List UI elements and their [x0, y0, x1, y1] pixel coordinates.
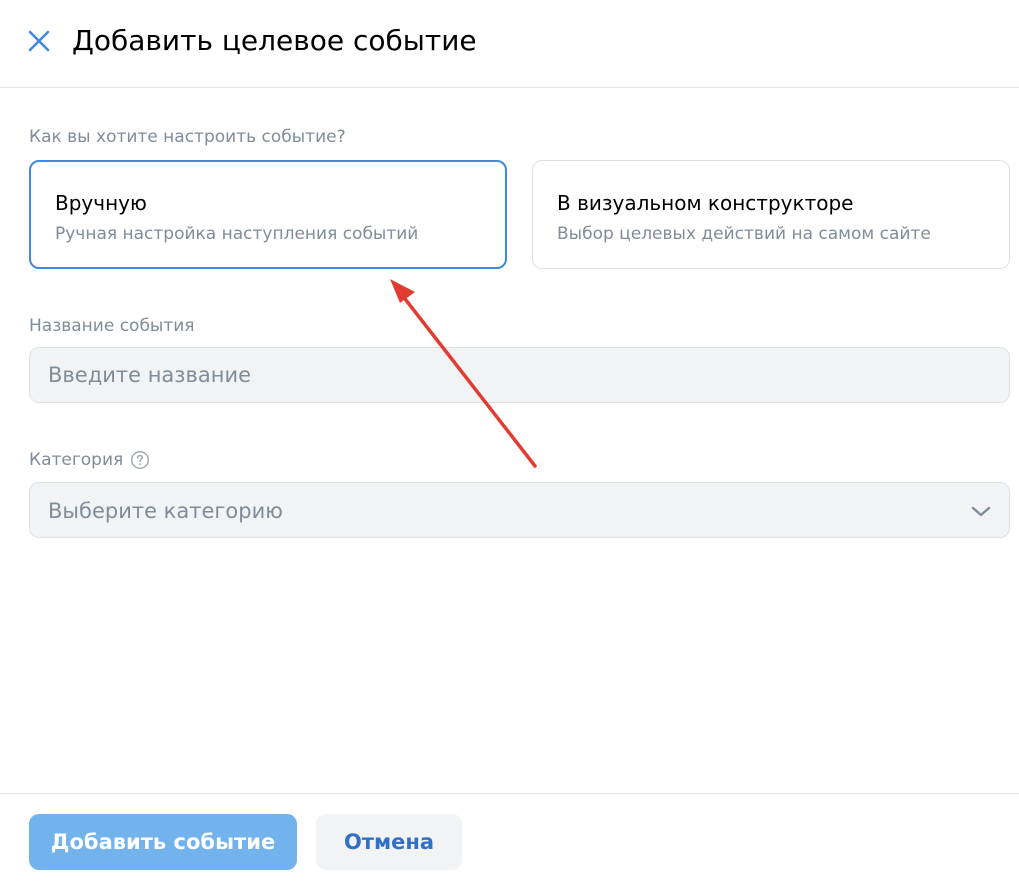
event-name-field-box [29, 347, 1010, 403]
setup-question: Как вы хотите настроить событие? [29, 127, 346, 147]
dialog-footer: Добавить событие Отмена [0, 793, 1019, 882]
category-label: Категория [29, 450, 124, 470]
option-manual-card[interactable]: Вручную Ручная настройка наступления соб… [29, 160, 507, 269]
event-name-label: Название события [29, 316, 195, 336]
chevron-down-icon [971, 506, 991, 517]
category-select[interactable]: Выберите категорию [29, 482, 1010, 538]
dialog-title: Добавить целевое событие [72, 24, 477, 57]
cancel-button[interactable]: Отмена [316, 814, 462, 870]
close-button[interactable] [22, 24, 56, 58]
option-manual-description: Ручная настройка наступления событий [55, 224, 419, 244]
option-visual-builder-card[interactable]: В визуальном конструкторе Выбор целевых … [532, 160, 1010, 269]
option-visual-builder-title: В визуальном конструкторе [557, 191, 854, 215]
option-visual-builder-description: Выбор целевых действий на самом сайте [557, 224, 931, 244]
option-manual-title: Вручную [55, 191, 147, 215]
event-name-input[interactable] [30, 348, 1009, 402]
question-circle-icon[interactable] [130, 450, 150, 470]
close-icon [28, 30, 50, 52]
add-event-button[interactable]: Добавить событие [29, 814, 297, 870]
category-placeholder: Выберите категорию [48, 499, 283, 523]
dialog-header: Добавить целевое событие [0, 0, 1019, 88]
